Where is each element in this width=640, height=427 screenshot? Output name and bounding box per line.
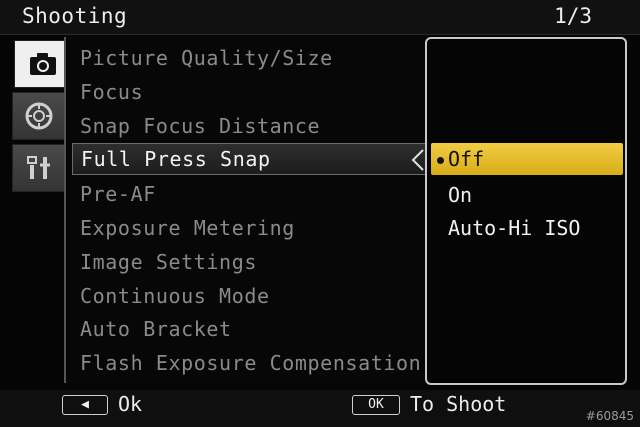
header-bar: Shooting 1/3 xyxy=(0,0,640,35)
tab-setup[interactable] xyxy=(12,144,66,192)
menu-item-image-settings[interactable]: Image Settings xyxy=(80,247,257,277)
option-off-label: Off xyxy=(448,147,485,171)
watermark: #60845 xyxy=(585,409,634,423)
menu-item-pre-af[interactable]: Pre-AF xyxy=(80,179,156,209)
page-indicator: 1/3 xyxy=(554,4,592,28)
back-key-icon[interactable]: ◀ xyxy=(62,395,108,415)
chevron-left-icon xyxy=(411,149,424,171)
menu-item-auto-bracket[interactable]: Auto Bracket xyxy=(80,314,232,344)
camera-icon xyxy=(30,53,56,75)
menu-item-exposure-metering[interactable]: Exposure Metering xyxy=(80,213,295,243)
menu-title: Shooting xyxy=(22,4,128,28)
back-label: Ok xyxy=(118,392,143,416)
menu-item-picture-quality[interactable]: Picture Quality/Size xyxy=(80,43,333,73)
option-panel xyxy=(425,37,627,385)
wrench-icon xyxy=(27,156,50,179)
option-on[interactable]: On xyxy=(448,179,472,211)
menu-item-snap-focus-distance[interactable]: Snap Focus Distance xyxy=(80,111,320,141)
menu-item-continuous-mode[interactable]: Continuous Mode xyxy=(80,281,270,311)
footer-bar: ◀ Ok OK To Shoot #60845 xyxy=(0,390,640,427)
menu-item-full-press-snap[interactable]: Full Press Snap xyxy=(72,143,430,175)
option-auto-hi-iso[interactable]: Auto-Hi ISO xyxy=(448,212,580,244)
menu-panel: Picture Quality/Size Focus Snap Focus Di… xyxy=(64,37,430,383)
menu-item-focus[interactable]: Focus xyxy=(80,77,143,107)
menu-item-flash-exposure-compensation[interactable]: Flash Exposure Compensation xyxy=(80,348,421,378)
selected-bullet-icon xyxy=(437,157,444,164)
ok-label: To Shoot xyxy=(410,392,507,416)
ok-key-icon[interactable]: OK xyxy=(352,395,400,415)
tab-playback[interactable] xyxy=(12,92,66,140)
option-off[interactable]: Off xyxy=(431,143,623,175)
dial-icon xyxy=(25,102,53,130)
